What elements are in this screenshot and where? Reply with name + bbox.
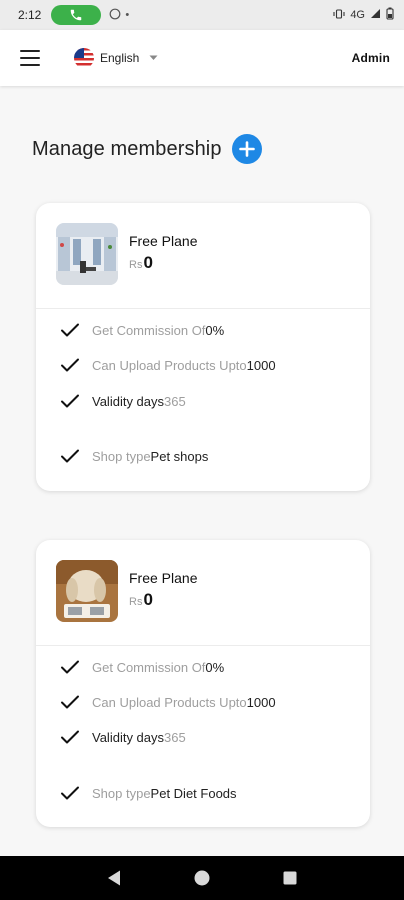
checkmark-icon [61, 449, 79, 463]
feature-row: Can Upload Products Upto 1000 [60, 356, 276, 374]
recents-square-icon [283, 871, 297, 885]
back-triangle-icon [108, 870, 120, 886]
battery-icon [386, 7, 394, 23]
plan-name: Free Plane [129, 570, 198, 586]
feature-row: Validity days 365 [60, 728, 186, 746]
checkmark-icon [61, 786, 79, 800]
back-button[interactable] [99, 863, 129, 893]
ongoing-call-indicator[interactable] [51, 5, 102, 25]
price-value: 0 [143, 590, 153, 609]
checkmark-icon [61, 660, 79, 674]
notification-dot-icon: • [125, 9, 130, 21]
feature-value: 0% [205, 659, 225, 675]
plan-name: Free Plane [129, 233, 198, 249]
checkmark-icon [61, 323, 79, 337]
page-header: Manage membership [32, 134, 262, 164]
feature-row: Get Commission Of 0% [60, 321, 224, 339]
feature-value: 365 [164, 393, 186, 409]
status-bar: 2:12 • 4G [0, 0, 404, 30]
whatsapp-icon [109, 8, 121, 23]
currency-label: Rs [129, 259, 143, 271]
membership-card[interactable]: Free Plane Rs 0 Get Commission Of 0% Can… [36, 540, 370, 827]
feature-row: Shop type Pet shops [60, 447, 208, 465]
signal-icon [370, 8, 381, 22]
add-membership-button[interactable] [231, 134, 262, 164]
vibrate-icon [333, 8, 345, 22]
status-time: 2:12 [18, 8, 42, 22]
feature-label: Validity days [92, 393, 165, 409]
feature-value: Pet Diet Foods [150, 785, 237, 801]
feature-value: 365 [164, 729, 186, 745]
checkmark-icon [61, 394, 79, 408]
plan-image [56, 223, 118, 285]
app-bar: English Admin [0, 30, 404, 86]
plan-header: Free Plane Rs 0 [36, 540, 370, 646]
user-name[interactable]: Admin [352, 51, 390, 65]
home-circle-icon [194, 870, 210, 886]
hamburger-menu-icon[interactable] [20, 50, 40, 66]
us-flag-icon [74, 48, 94, 68]
plan-price: Rs 0 [129, 590, 197, 610]
feature-value: 0% [205, 322, 225, 338]
price-value: 0 [143, 253, 153, 272]
feature-label: Get Commission Of [92, 659, 206, 675]
home-button[interactable] [187, 863, 217, 893]
feature-value: 1000 [246, 694, 276, 710]
feature-label: Validity days [92, 729, 165, 745]
recents-button[interactable] [275, 863, 305, 893]
currency-label: Rs [129, 596, 143, 608]
network-type: 4G [350, 9, 365, 21]
feature-label: Can Upload Products Upto [92, 694, 247, 710]
language-selector[interactable]: English [74, 48, 158, 68]
chevron-down-icon [149, 53, 158, 64]
page-title: Manage membership [32, 137, 222, 160]
checkmark-icon [61, 695, 79, 709]
feature-row: Can Upload Products Upto 1000 [60, 693, 276, 711]
phone-icon [71, 9, 82, 21]
plan-price: Rs 0 [129, 253, 197, 273]
system-navigation-bar [0, 856, 404, 900]
feature-row: Validity days 365 [60, 392, 186, 410]
feature-label: Shop type [92, 448, 151, 464]
feature-row: Shop type Pet Diet Foods [60, 784, 237, 802]
feature-label: Get Commission Of [92, 322, 206, 338]
plan-image [56, 560, 118, 622]
feature-row: Get Commission Of 0% [60, 658, 224, 676]
language-label: English [100, 51, 140, 65]
feature-label: Shop type [92, 785, 151, 801]
feature-label: Can Upload Products Upto [92, 357, 247, 373]
membership-card[interactable]: Free Plane Rs 0 Get Commission Of 0% Can… [36, 203, 370, 491]
plus-icon [238, 141, 255, 157]
checkmark-icon [61, 730, 79, 744]
plan-header: Free Plane Rs 0 [36, 203, 370, 309]
feature-value: 1000 [246, 357, 276, 373]
checkmark-icon [61, 358, 79, 372]
feature-value: Pet shops [150, 448, 209, 464]
